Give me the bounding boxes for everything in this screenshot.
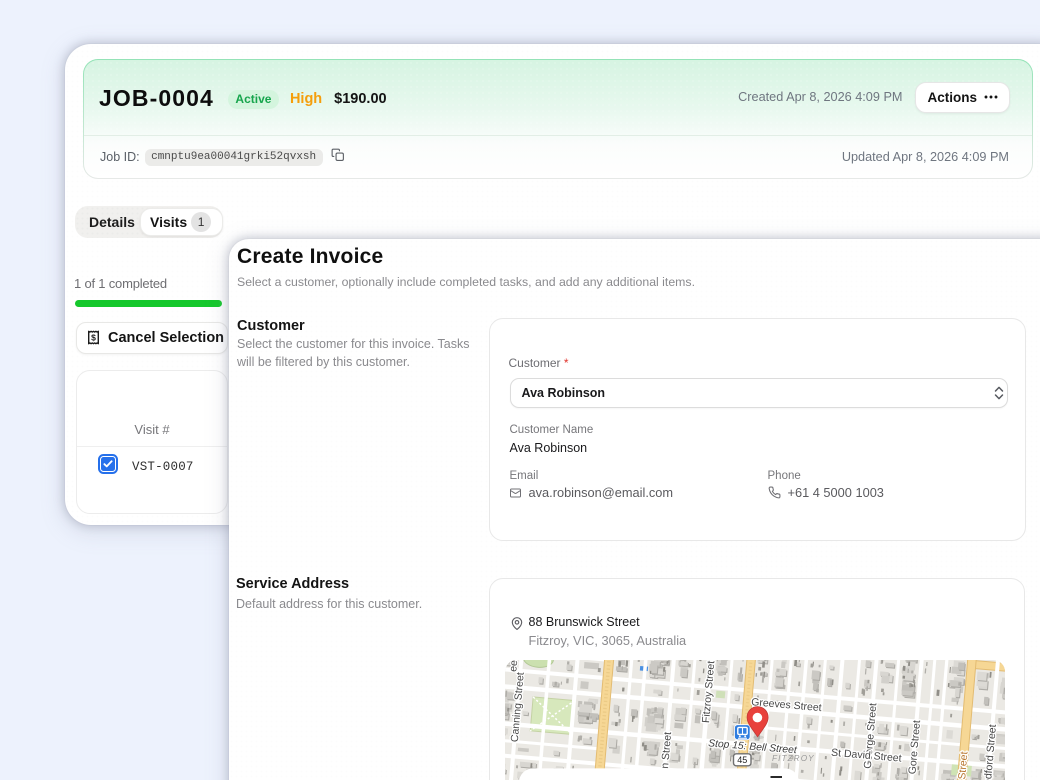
svg-text:eet: eet: [507, 660, 520, 672]
svg-text:45: 45: [737, 755, 747, 765]
svg-text:FITZROY: FITZROY: [772, 754, 815, 763]
svg-text:$: $: [91, 333, 96, 343]
